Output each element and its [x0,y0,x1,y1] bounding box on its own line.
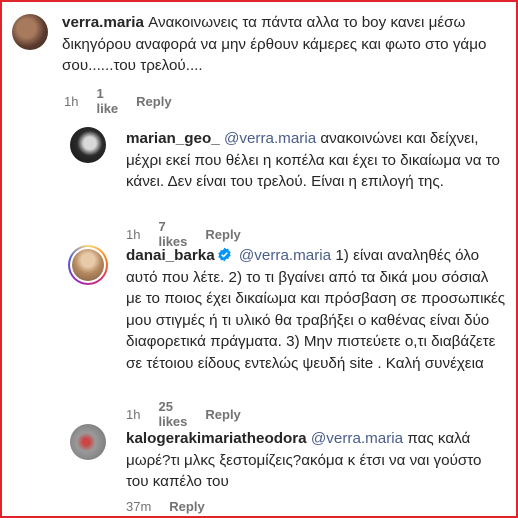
comment-meta: 1h 25 likes Reply [126,399,241,429]
username[interactable]: marian_geo_ [126,130,220,147]
avatar-story-ring[interactable] [68,245,108,285]
likes-count[interactable]: 25 likes [158,399,187,429]
comment-body: kalogerakimariatheodora @verra.maria πας… [126,428,506,493]
reply-button[interactable]: Reply [205,227,240,242]
username[interactable]: kalogerakimariatheodora [126,430,307,447]
reply-button[interactable]: Reply [169,499,204,514]
avatar[interactable] [12,14,48,50]
verified-badge-icon [217,247,231,262]
username[interactable]: danai_barka [126,247,215,264]
comment-body: marian_geo_ @verra.maria ανακοινώνει και… [126,128,506,193]
timestamp: 1h [64,93,79,109]
comment-body: danai_barka @verra.maria 1) είναι αναληθ… [126,245,506,374]
comment-text: 1) είναι αναληθές όλο αυτό που λέτε. 2) … [126,247,506,372]
timestamp: 1h [126,226,141,242]
mention-link[interactable]: @verra.maria [224,130,316,147]
comment-body: verra.maria Ανακοινωνεις τα πάντα αλλα τ… [62,12,502,77]
reply-button[interactable]: Reply [205,407,240,422]
avatar[interactable] [70,127,106,163]
mention-link[interactable]: @verra.maria [239,247,331,264]
timestamp: 37m [126,499,152,514]
username[interactable]: verra.maria [62,14,144,31]
comment-meta: 1h 1 like Reply [64,86,172,116]
mention-link[interactable]: @verra.maria [311,430,403,447]
timestamp: 1h [126,406,141,422]
comment-meta: 37m Reply [126,499,205,514]
reply-button[interactable]: Reply [136,94,171,109]
likes-count[interactable]: 1 like [96,86,118,116]
avatar[interactable] [70,424,106,460]
